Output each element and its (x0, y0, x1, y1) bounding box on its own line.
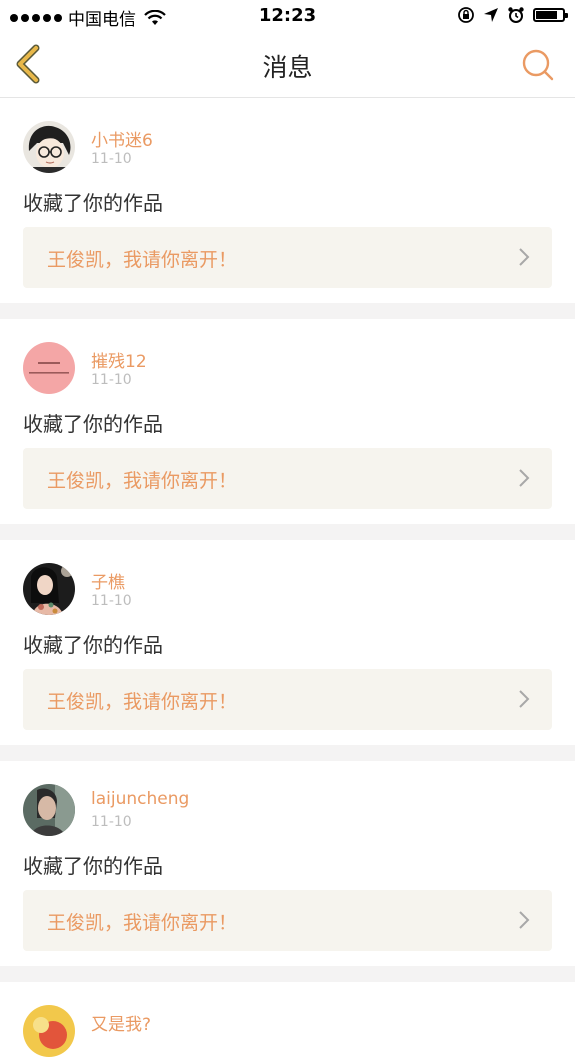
status-bar-right (457, 6, 568, 24)
work-link[interactable]: 王俊凯，我请你离开！ (23, 669, 552, 730)
message-date: 11-10 (91, 593, 132, 609)
battery-icon (533, 8, 568, 22)
avatar-photo-woman-icon (23, 563, 75, 615)
message-card: 子樵 11-10 收藏了你的作品 王俊凯，我请你离开！ (0, 540, 575, 745)
username[interactable]: 子樵 (91, 568, 125, 593)
card-separator (0, 745, 575, 761)
work-link[interactable]: 王俊凯，我请你离开！ (23, 448, 552, 509)
work-title: 王俊凯，我请你离开！ (47, 470, 238, 492)
avatar-colorful-icon (23, 1005, 75, 1057)
message-date: 11-10 (91, 151, 132, 167)
message-action: 收藏了你的作品 (23, 633, 163, 657)
avatar[interactable] (23, 342, 75, 394)
chevron-right-icon (519, 690, 530, 708)
avatar-pink-text-icon (23, 342, 75, 394)
work-link[interactable]: 王俊凯，我请你离开！ (23, 890, 552, 951)
chevron-right-icon (519, 911, 530, 929)
status-bar: 中国电信 12:23 (0, 0, 575, 32)
location-icon (484, 8, 498, 22)
avatar[interactable] (23, 1005, 75, 1057)
work-title: 王俊凯，我请你离开！ (47, 912, 238, 934)
search-icon[interactable] (521, 48, 555, 82)
page-title: 消息 (262, 53, 313, 82)
battery-level (536, 11, 557, 19)
avatar[interactable] (23, 563, 75, 615)
card-separator (0, 303, 575, 319)
card-separator (0, 966, 575, 982)
message-action: 收藏了你的作品 (23, 191, 163, 215)
navigation-bar: 消息 (0, 32, 575, 98)
chevron-right-icon (519, 469, 530, 487)
avatar-photo-man-icon (23, 784, 75, 836)
avatar[interactable] (23, 121, 75, 173)
message-date: 11-10 (91, 814, 132, 830)
orientation-lock-icon (458, 7, 474, 23)
alarm-icon (508, 7, 524, 23)
message-action: 收藏了你的作品 (23, 854, 163, 878)
avatar-anime-glasses-icon (23, 121, 75, 173)
work-title: 王俊凯，我请你离开！ (47, 691, 238, 713)
message-card: 又是我? (0, 982, 575, 1057)
work-link[interactable]: 王俊凯，我请你离开！ (23, 227, 552, 288)
username[interactable]: 小书迷6 (91, 126, 153, 151)
message-card: 小书迷6 11-10 收藏了你的作品 王俊凯，我请你离开！ (0, 98, 575, 303)
username[interactable]: laijuncheng (91, 789, 189, 809)
message-list: 小书迷6 11-10 收藏了你的作品 王俊凯，我请你离开！ 摧残12 11-10… (0, 98, 575, 1057)
username[interactable]: 又是我? (91, 1010, 151, 1035)
message-card: laijuncheng 11-10 收藏了你的作品 王俊凯，我请你离开！ (0, 761, 575, 966)
work-title: 王俊凯，我请你离开！ (47, 249, 238, 271)
card-separator (0, 524, 575, 540)
avatar[interactable] (23, 784, 75, 836)
message-date: 11-10 (91, 372, 132, 388)
chevron-right-icon (519, 248, 530, 266)
message-card: 摧残12 11-10 收藏了你的作品 王俊凯，我请你离开！ (0, 319, 575, 524)
message-action: 收藏了你的作品 (23, 412, 163, 436)
username[interactable]: 摧残12 (91, 347, 147, 372)
